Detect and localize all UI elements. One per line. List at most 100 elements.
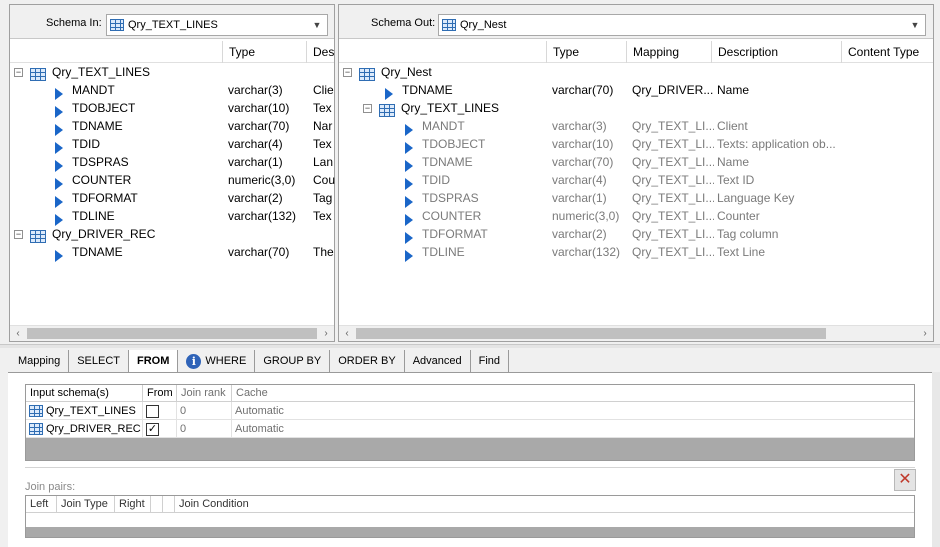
horizontal-splitter[interactable] <box>0 344 940 348</box>
cache-value[interactable]: Automatic <box>232 402 914 420</box>
schema-in-select[interactable]: Qry_TEXT_LINES ▼ <box>106 14 328 36</box>
tree-field-row[interactable]: MANDT varchar(3) Qry_TEXT_LI... Client <box>339 117 933 136</box>
scroll-left-icon[interactable]: ‹ <box>339 326 355 342</box>
schema-out-select[interactable]: Qry_Nest ▼ <box>438 14 926 36</box>
tab-select[interactable]: SELECT <box>69 350 129 372</box>
tree-field-row[interactable]: TDOBJECT varchar(10) Tex <box>10 99 334 118</box>
tree-field-row[interactable]: COUNTER numeric(3,0) Qry_TEXT_LI... Counter <box>339 207 933 226</box>
tree-field-row[interactable]: TDFORMAT varchar(2) Tag <box>10 189 334 208</box>
collapse-toggle[interactable]: − <box>14 63 23 81</box>
header-join-type[interactable]: Join Type <box>57 496 115 513</box>
tree-field-row[interactable]: TDLINE varchar(132) Tex <box>10 207 334 226</box>
header-blank-1[interactable] <box>151 496 163 513</box>
field-name: TDFORMAT <box>422 227 488 241</box>
scroll-left-icon[interactable]: ‹ <box>10 326 26 342</box>
tab-group-by[interactable]: GROUP BY <box>255 350 331 372</box>
tab-where[interactable]: i WHERE <box>178 350 256 372</box>
tree-field-row[interactable]: TDFORMAT varchar(2) Qry_TEXT_LI... Tag colu… <box>339 225 933 244</box>
minus-icon[interactable]: − <box>343 68 352 78</box>
header-from[interactable]: From <box>143 385 177 402</box>
schema-in-label: Schema In: <box>46 17 102 29</box>
collapse-toggle[interactable]: − <box>14 225 23 243</box>
table-icon <box>29 423 43 435</box>
tree-table-node[interactable]: − Qry_DRIVER_REC <box>10 225 334 244</box>
tree-field-row[interactable]: TDNAME varchar(70) Nar <box>10 117 334 136</box>
field-name: TDNAME <box>72 245 123 259</box>
header-right[interactable]: Right <box>115 496 151 513</box>
empty-grid-area <box>26 438 914 460</box>
tree-field-row[interactable]: MANDT varchar(3) Clie <box>10 81 334 100</box>
field-name: TDSPRAS <box>72 155 129 169</box>
tree-field-row[interactable]: TDID varchar(4) Qry_TEXT_LI... Text ID <box>339 171 933 190</box>
scroll-thumb[interactable] <box>27 328 317 339</box>
tab-bar: Mapping SELECT FROM i WHERE GROUP BY ORDER BY A… <box>10 350 510 372</box>
table-row[interactable]: Qry_TEXT_LINES 0 Automatic <box>26 402 914 420</box>
field-type: varchar(70) <box>552 155 614 169</box>
scroll-thumb[interactable] <box>356 328 826 339</box>
field-type: varchar(1) <box>228 155 283 169</box>
column-header-type[interactable]: Type <box>546 41 626 63</box>
tab-from[interactable]: FROM <box>129 350 179 372</box>
join-pairs-empty-row[interactable] <box>26 513 914 527</box>
tree-field-row[interactable]: TDID varchar(4) Tex <box>10 135 334 154</box>
column-header-content-type[interactable]: Content Type <box>841 41 935 63</box>
chevron-down-icon[interactable]: ▼ <box>905 15 925 35</box>
from-checkbox[interactable] <box>146 404 159 418</box>
panel-vscrollbar[interactable] <box>932 372 940 547</box>
tab-label: GROUP BY <box>263 354 322 367</box>
tree-table-node[interactable]: − Qry_TEXT_LINES <box>339 99 933 118</box>
schema-out-header: Schema Out: Qry_Nest ▼ <box>339 5 933 39</box>
tree-field-row[interactable]: TDSPRAS varchar(1) Lan <box>10 153 334 172</box>
scroll-right-icon[interactable]: › <box>318 326 334 342</box>
tab-advanced[interactable]: Advanced <box>405 350 471 372</box>
column-header-type[interactable]: Type <box>222 41 306 63</box>
tab-find[interactable]: Find <box>471 350 510 372</box>
tab-mapping[interactable]: Mapping <box>10 350 70 372</box>
field-type: varchar(4) <box>552 173 607 187</box>
cache-value[interactable]: Automatic <box>232 420 914 438</box>
join-pairs-table: Left Join Type Right Join Condition <box>25 495 915 538</box>
schema-in-hscrollbar[interactable]: ‹ › <box>10 325 334 341</box>
tree-table-node[interactable]: − Qry_TEXT_LINES <box>10 63 334 82</box>
field-mapping: Qry_TEXT_LI... <box>632 119 714 133</box>
tab-order-by[interactable]: ORDER BY <box>330 350 405 372</box>
tree-field-row[interactable]: COUNTER numeric(3,0) Cou <box>10 171 335 190</box>
tree-field-row[interactable]: TDNAME varchar(70) The <box>10 243 334 262</box>
column-header-description[interactable]: Des <box>306 41 336 63</box>
header-blank-2[interactable] <box>163 496 175 513</box>
header-cache[interactable]: Cache <box>232 385 914 402</box>
tree-field-row[interactable]: TDSPRAS varchar(1) Qry_TEXT_LI... Language … <box>339 189 933 208</box>
info-icon: i <box>186 353 202 369</box>
tree-field-row[interactable]: TDNAME varchar(70) Qry_DRIVER... Name <box>339 81 933 100</box>
join-rank-value[interactable]: 0 <box>177 420 232 438</box>
minus-icon[interactable]: − <box>14 68 23 78</box>
field-type: varchar(10) <box>552 137 614 151</box>
from-tab-panel: Input schema(s) From Join rank Cache Qry… <box>8 372 936 547</box>
header-left[interactable]: Left <box>26 496 57 513</box>
tree-field-row[interactable]: TDOBJECT varchar(10) Qry_TEXT_LI... Texts: … <box>339 135 933 154</box>
join-rank-value[interactable]: 0 <box>177 402 232 420</box>
delete-join-pair-button[interactable]: ✕ <box>894 469 916 491</box>
field-description: Tex <box>313 137 332 151</box>
column-header-mapping[interactable]: Mapping <box>626 41 711 63</box>
field-description <box>717 99 841 117</box>
tree-table-node[interactable]: − Qry_Nest <box>339 63 933 82</box>
chevron-down-icon[interactable]: ▼ <box>307 15 327 35</box>
header-join-condition[interactable]: Join Condition <box>175 496 914 513</box>
minus-icon[interactable]: − <box>14 230 23 240</box>
header-join-rank[interactable]: Join rank <box>177 385 232 402</box>
header-input-schemas[interactable]: Input schema(s) <box>26 385 143 402</box>
field-type: varchar(132) <box>228 209 297 223</box>
from-checkbox[interactable]: ✓ <box>146 422 159 436</box>
schema-in-pane: Schema In: Qry_TEXT_LINES ▼ Type Des − Qr… <box>9 4 335 342</box>
scroll-right-icon[interactable]: › <box>917 326 933 342</box>
column-icon <box>55 249 63 262</box>
column-header-description[interactable]: Description <box>711 41 841 63</box>
schema-out-hscrollbar[interactable]: ‹ › <box>339 325 933 341</box>
field-name: TDNAME <box>402 83 453 97</box>
field-description <box>717 63 841 81</box>
tree-field-row[interactable]: TDLINE varchar(132) Qry_TEXT_LI... Text Lin… <box>339 243 933 262</box>
table-row[interactable]: Qry_DRIVER_REC ✓ 0 Automatic <box>26 420 914 438</box>
tree-field-row[interactable]: TDNAME varchar(70) Qry_TEXT_LI... Name <box>339 153 933 172</box>
minus-icon[interactable]: − <box>363 104 372 114</box>
